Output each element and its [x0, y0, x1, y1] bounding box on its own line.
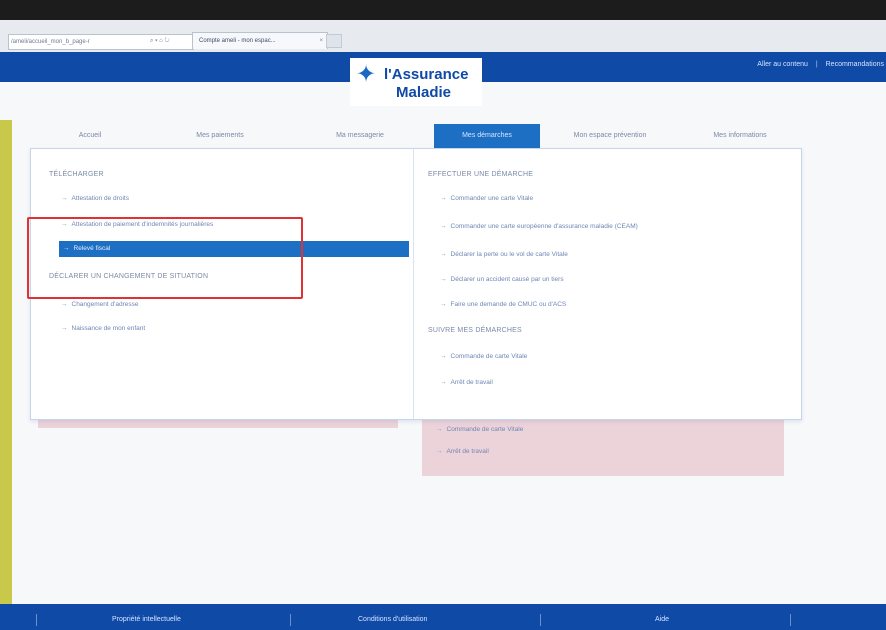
recommendations-link[interactable]: Recommandations: [826, 61, 884, 68]
nav-item-mon-espace-prevention[interactable]: Mon espace prévention: [540, 124, 680, 148]
arrow-right-icon: →: [440, 301, 447, 308]
highlight-box: [27, 217, 303, 299]
section-title-effectuer-demarche: EFFECTUER UNE DÉMARCHE: [428, 171, 534, 178]
footer-link-aide[interactable]: Aide: [655, 616, 669, 623]
logo-text-line1: l'Assurance: [384, 66, 469, 83]
arrow-right-icon: →: [440, 195, 447, 202]
logo-text-line2: Maladie: [396, 84, 452, 101]
link-declarer-perte-vol[interactable]: → Déclarer la perte ou le vol de carte Vi…: [440, 251, 568, 258]
logo-figure-icon: ✦: [356, 61, 377, 88]
browser-tab[interactable]: Compte ameli - mon espac... ×: [192, 32, 328, 49]
arrow-right-icon: →: [440, 353, 447, 360]
arrow-right-icon: →: [436, 426, 443, 433]
link-commande-carte-vitale[interactable]: → Commande de carte Vitale: [440, 353, 527, 360]
new-tab-button[interactable]: [326, 34, 342, 48]
arrow-right-icon: →: [440, 379, 447, 386]
skip-to-content-link[interactable]: Aller au contenu: [757, 61, 808, 68]
footer-separator: [790, 614, 791, 626]
nav-item-mes-informations[interactable]: Mes informations: [680, 124, 800, 148]
link-demande-cmuc-acs[interactable]: → Faire une demande de CMUC ou d'ACS: [440, 301, 566, 308]
link-naissance-enfant[interactable]: → Naissance de mon enfant: [61, 325, 145, 332]
arrow-right-icon: →: [61, 195, 68, 202]
main-nav: Accueil Mes paiements Ma messagerie Mes …: [30, 124, 800, 148]
browser-tab-bar: /ameli/accueil_mon_b_page-r ⌕ ▾ ⌂ ↻ Comp…: [0, 20, 886, 53]
arrow-right-icon: →: [61, 325, 68, 332]
top-links: Aller au contenu | Recommandations: [751, 61, 884, 68]
section-title-telecharger: TÉLÉCHARGER: [49, 171, 104, 178]
top-links-separator: |: [815, 61, 818, 68]
nav-item-mes-paiements[interactable]: Mes paiements: [150, 124, 290, 148]
link-commander-ceam[interactable]: → Commander une carte européenne d'assura…: [440, 223, 638, 230]
nav-item-accueil[interactable]: Accueil: [30, 124, 150, 148]
arrow-right-icon: →: [61, 301, 68, 308]
section-title-suivre-demarches: SUIVRE MES DÉMARCHES: [428, 327, 522, 334]
arrow-right-icon: →: [440, 223, 447, 230]
address-bar-icons[interactable]: ⌕ ▾ ⌂ ↻: [150, 34, 170, 48]
footer-separator: [36, 614, 37, 626]
footer-link-conditions-utilisation[interactable]: Conditions d'utilisation: [358, 616, 427, 623]
browser-tab-title: Compte ameli - mon espac...: [199, 38, 276, 44]
footer-link-propriete-intellectuelle[interactable]: Propriété intellectuelle: [112, 616, 181, 623]
link-commander-carte-vitale[interactable]: → Commander une carte Vitale: [440, 195, 533, 202]
nav-item-ma-messagerie[interactable]: Ma messagerie: [290, 124, 430, 148]
footer-separator: [290, 614, 291, 626]
close-tab-icon[interactable]: ×: [319, 33, 323, 49]
background-link-commande-carte-vitale[interactable]: → Commande de carte Vitale: [436, 426, 523, 433]
screen-bezel: [0, 0, 886, 20]
link-arret-de-travail[interactable]: → Arrêt de travail: [440, 379, 493, 386]
link-changement-adresse[interactable]: → Changement d'adresse: [61, 301, 139, 308]
footer-separator: [540, 614, 541, 626]
left-edge-strip: [0, 120, 12, 610]
link-declarer-accident[interactable]: → Déclarer un accident causé par un tiers: [440, 276, 564, 283]
arrow-right-icon: →: [440, 276, 447, 283]
link-attestation-de-droits[interactable]: → Attestation de droits: [61, 195, 129, 202]
site-footer: Propriété intellectuelle Conditions d'ut…: [0, 604, 886, 630]
arrow-right-icon: →: [436, 448, 443, 455]
arrow-right-icon: →: [440, 251, 447, 258]
assurance-maladie-logo[interactable]: ✦ l'Assurance Maladie: [350, 58, 482, 106]
dropdown-right-column: EFFECTUER UNE DÉMARCHE → Commander une ca…: [413, 149, 800, 419]
nav-item-mes-demarches[interactable]: Mes démarches: [434, 124, 540, 148]
background-link-arret-de-travail[interactable]: → Arrêt de travail: [436, 448, 489, 455]
